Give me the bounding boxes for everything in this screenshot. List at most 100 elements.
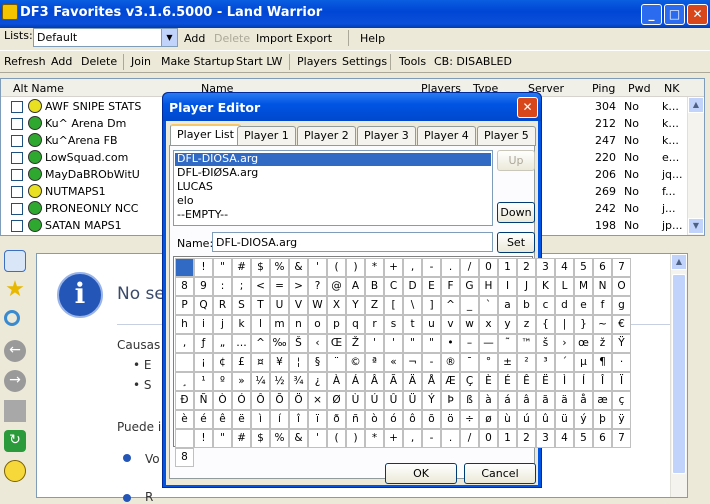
char-cell[interactable]: r [365,315,384,334]
char-cell[interactable]: ) [346,258,365,277]
char-cell[interactable]: ! [194,429,213,448]
back-icon[interactable]: ← [4,340,26,362]
char-cell[interactable]: & [289,258,308,277]
char-cell[interactable]: Ú [365,391,384,410]
char-cell[interactable]: ø [479,410,498,429]
char-cell[interactable]: < [251,277,270,296]
char-cell[interactable]: B [365,277,384,296]
char-cell[interactable]: ¶ [593,353,612,372]
char-cell[interactable]: ¼ [251,372,270,391]
char-cell[interactable]: … [232,334,251,353]
char-cell[interactable]: - [422,258,441,277]
char-cell[interactable]: C [384,277,403,296]
scroll-down-icon[interactable]: ▼ [688,218,704,234]
char-cell[interactable]: ž [593,334,612,353]
char-cell[interactable]: Œ [327,334,346,353]
dialog-close-button[interactable]: ✕ [517,97,538,118]
char-cell[interactable]: É [498,372,517,391]
tab-player-2[interactable]: Player 2 [297,126,356,146]
char-cell[interactable]: Ý [422,391,441,410]
char-cell[interactable]: J [517,277,536,296]
row-checkbox[interactable] [11,135,23,147]
char-cell[interactable] [175,258,194,277]
char-cell[interactable]: 4 [555,258,574,277]
lists-select[interactable]: Default ▼ [33,28,178,47]
char-cell[interactable]: 3 [536,429,555,448]
char-cell[interactable]: Ç [460,372,479,391]
char-cell[interactable]: - [422,429,441,448]
char-cell[interactable]: ¬ [403,353,422,372]
char-cell[interactable]: k [232,315,251,334]
char-cell[interactable]: ‰ [270,334,289,353]
tab-player-3[interactable]: Player 3 [357,126,416,146]
star-icon[interactable]: ★ [4,279,26,302]
char-cell[interactable]: ì [251,410,270,429]
char-cell[interactable]: õ [422,410,441,429]
list-item[interactable]: --EMPTY-- [177,208,228,221]
char-cell[interactable]: ü [555,410,574,429]
char-cell[interactable]: 9 [194,277,213,296]
char-cell[interactable]: 8 [175,277,194,296]
char-cell[interactable]: ‹ [308,334,327,353]
char-cell[interactable]: o [308,315,327,334]
col-nk[interactable]: NK [664,82,679,95]
char-cell[interactable]: ® [441,353,460,372]
char-cell[interactable]: Î [593,372,612,391]
char-cell[interactable]: x [479,315,498,334]
char-cell[interactable]: F [441,277,460,296]
close-button[interactable]: ✕ [687,4,708,25]
char-cell[interactable]: f [593,296,612,315]
char-cell[interactable]: 5 [574,429,593,448]
char-cell[interactable]: ß [460,391,479,410]
char-cell[interactable]: 8 [175,448,194,467]
char-cell[interactable]: m [270,315,289,334]
char-cell[interactable]: W [308,296,327,315]
char-cell[interactable]: * [365,429,384,448]
char-cell[interactable]: ) [346,429,365,448]
char-cell[interactable]: $ [251,258,270,277]
char-cell[interactable]: P [175,296,194,315]
char-cell[interactable]: ' [308,258,327,277]
char-cell[interactable]: N [593,277,612,296]
char-cell[interactable]: ` [479,296,498,315]
char-cell[interactable]: : [213,277,232,296]
char-cell[interactable]: â [517,391,536,410]
char-cell[interactable]: × [308,391,327,410]
players-button[interactable]: Players [297,55,337,68]
col-alt-name[interactable]: Alt Name [13,82,64,95]
char-cell[interactable]: g [612,296,631,315]
char-cell[interactable]: « [384,353,403,372]
char-cell[interactable]: i [194,315,213,334]
char-cell[interactable]: - [422,353,441,372]
char-cell[interactable]: 2 [517,258,536,277]
char-cell[interactable]: % [270,258,289,277]
char-cell[interactable]: à [479,391,498,410]
join-button[interactable]: Join [131,55,151,68]
char-cell[interactable]: L [555,277,574,296]
char-cell[interactable]: ´ [555,353,574,372]
char-cell[interactable]: T [251,296,270,315]
char-cell[interactable]: O [612,277,631,296]
vo-link[interactable]: Vo [145,452,160,466]
char-cell[interactable]: ú [517,410,536,429]
char-cell[interactable]: ² [517,353,536,372]
scroll-up-icon[interactable]: ▲ [671,254,687,270]
char-cell[interactable]: * [365,258,384,277]
char-cell[interactable]: Ò [213,391,232,410]
char-cell[interactable]: û [536,410,555,429]
char-cell[interactable]: í [270,410,289,429]
chevron-down-icon[interactable]: ▼ [161,29,177,46]
char-cell[interactable]: • [441,334,460,353]
char-cell[interactable]: Ï [612,372,631,391]
char-cell[interactable]: t [403,315,422,334]
char-cell[interactable]: ( [327,429,346,448]
char-cell[interactable]: € [612,315,631,334]
char-cell[interactable]: £ [232,353,251,372]
col-ping[interactable]: Ping [592,82,615,95]
char-cell[interactable]: µ [574,353,593,372]
row-checkbox[interactable] [11,118,23,130]
maximize-button[interactable]: □ [664,4,685,25]
char-cell[interactable]: M [574,277,593,296]
char-cell[interactable]: ¢ [213,353,232,372]
char-cell[interactable]: y [498,315,517,334]
